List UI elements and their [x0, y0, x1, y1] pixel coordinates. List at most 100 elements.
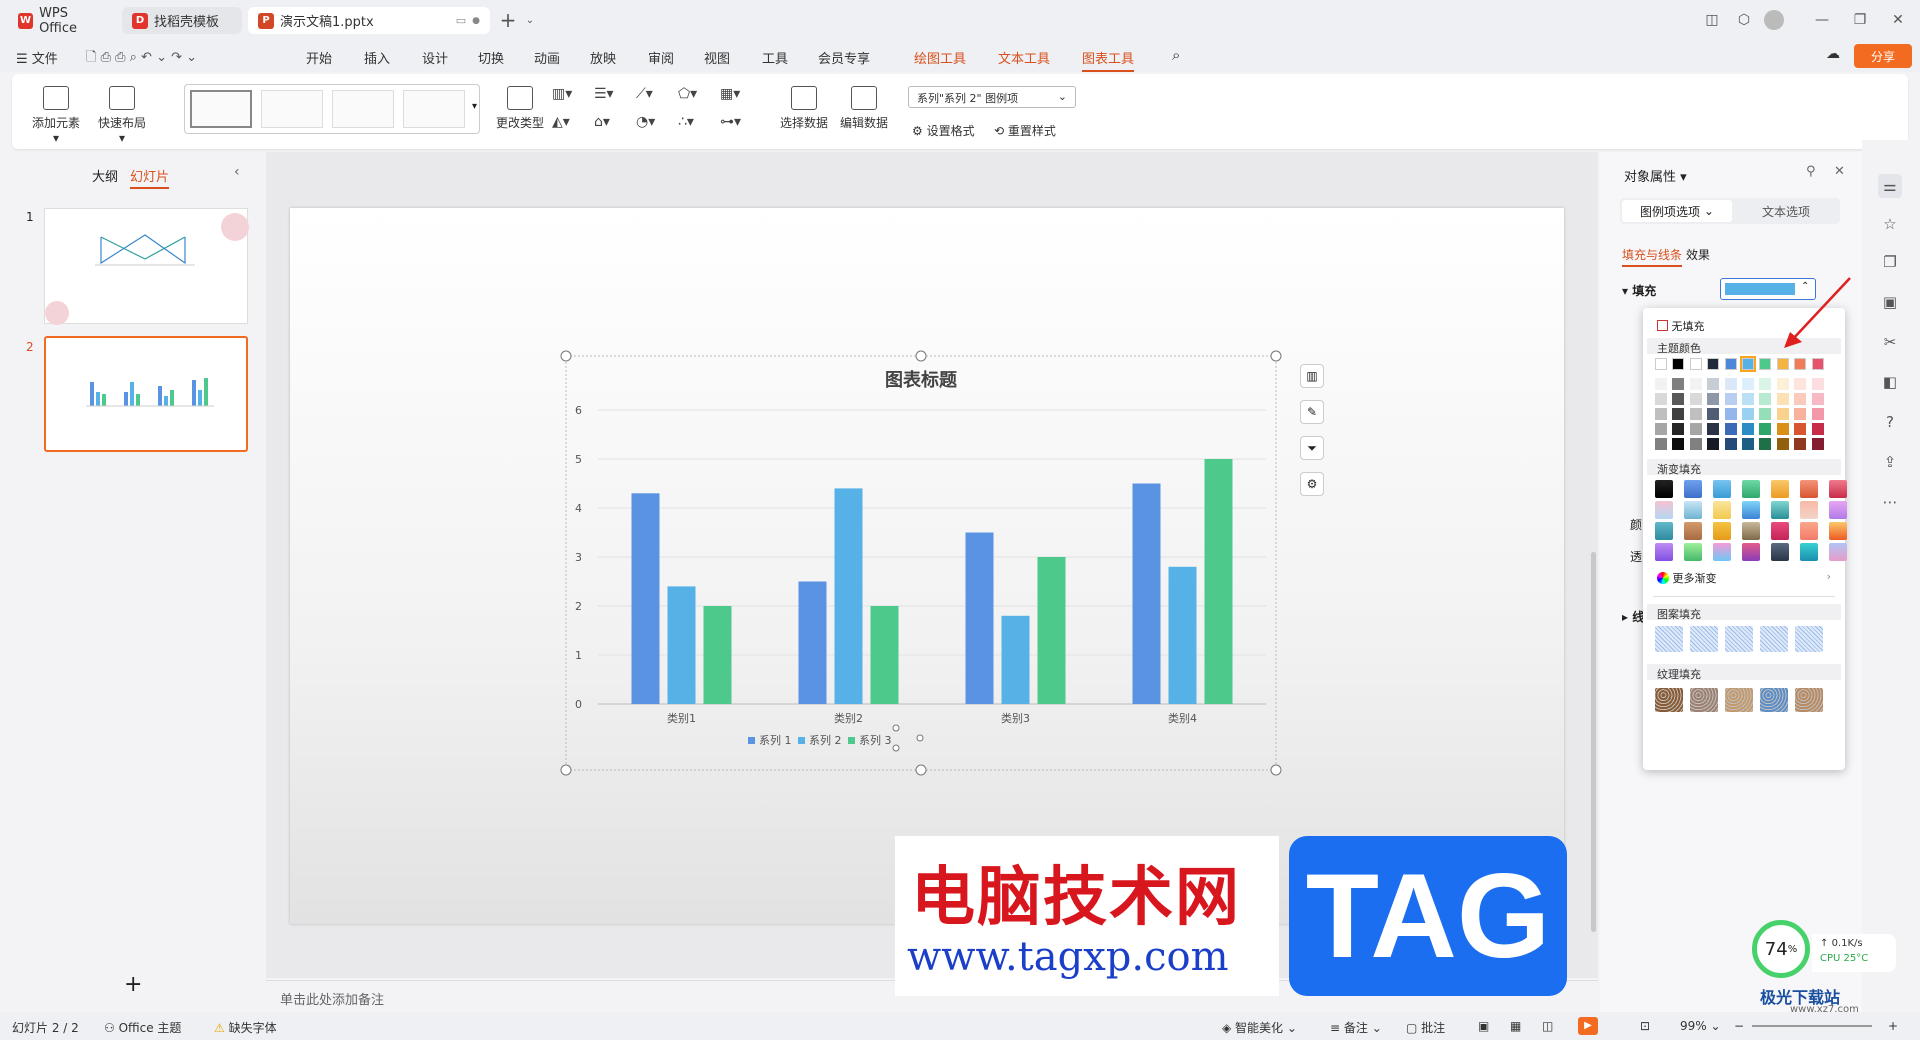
line-section-header[interactable]: ▸ 线 [1622, 608, 1644, 625]
texture-swatch[interactable] [1795, 688, 1823, 712]
more-gradient-option[interactable]: 更多渐变 › [1657, 570, 1831, 586]
texture-swatch[interactable] [1655, 688, 1683, 712]
avatar[interactable] [1764, 10, 1784, 30]
grid-chart-icon[interactable]: ▦▾ [720, 86, 740, 102]
more-icon[interactable]: ⋯ [1878, 490, 1902, 514]
gradient-swatch[interactable] [1713, 501, 1731, 519]
properties-icon[interactable]: ⚌ [1878, 174, 1902, 198]
gradient-swatch[interactable] [1771, 501, 1789, 519]
shade-color-swatch[interactable] [1759, 393, 1772, 405]
share-icon[interactable]: ⇪ [1878, 450, 1902, 474]
missing-font-warning[interactable]: ⚠ 缺失字体 [214, 1019, 277, 1036]
bar-2-1[interactable] [667, 586, 696, 704]
sorter-view-icon[interactable]: ▦ [1510, 1019, 1521, 1033]
chart-style-3[interactable] [332, 90, 394, 128]
shade-color-swatch[interactable] [1742, 408, 1754, 420]
gradient-swatch[interactable] [1829, 522, 1847, 540]
fill-section-header[interactable]: ▾ 填充 [1622, 282, 1656, 299]
shade-color-swatch[interactable] [1655, 408, 1667, 420]
close-icon[interactable]: ✕ [1886, 8, 1910, 32]
chart-style-2[interactable] [261, 90, 323, 128]
theme-color-swatch[interactable] [1689, 358, 1702, 370]
fit-page-icon[interactable]: ⊡ [1640, 1019, 1650, 1033]
shade-color-swatch[interactable] [1689, 408, 1702, 420]
slideshow-play-icon[interactable]: ▶ [1578, 1017, 1598, 1035]
theme-color-swatch[interactable] [1759, 358, 1772, 370]
gradient-swatch[interactable] [1742, 522, 1760, 540]
shade-color-swatch[interactable] [1776, 438, 1789, 450]
hbar-chart-icon[interactable]: ☰▾ [594, 86, 614, 102]
shade-color-swatch[interactable] [1707, 438, 1720, 450]
chart-style-4[interactable] [403, 90, 465, 128]
bar-3-2[interactable] [870, 606, 899, 704]
add-element-button[interactable]: 添加元素 ▾ [28, 86, 84, 145]
gradient-swatch[interactable] [1771, 522, 1789, 540]
shade-color-swatch[interactable] [1724, 408, 1737, 420]
theme-color-swatch[interactable] [1811, 358, 1824, 370]
bubble-chart-icon[interactable]: ⊶▾ [720, 114, 741, 130]
pattern-swatch[interactable] [1795, 626, 1823, 652]
tools-icon[interactable]: ✂ [1878, 330, 1902, 354]
gradient-swatch[interactable] [1771, 543, 1789, 561]
shade-color-swatch[interactable] [1794, 408, 1807, 420]
network-widget[interactable]: ↑ 0.1K/s CPU 25°C [1812, 934, 1896, 972]
gradient-swatch[interactable] [1829, 480, 1847, 498]
gradient-swatch[interactable] [1655, 522, 1673, 540]
shade-color-swatch[interactable] [1724, 423, 1737, 435]
chart-elements-icon[interactable]: ▥ [1300, 364, 1324, 388]
pin-icon[interactable]: ⚲ [1806, 164, 1816, 179]
chart-element-select[interactable]: 系列"系列 2" 图例项 ⌄ [908, 86, 1076, 108]
bar-1-2[interactable] [798, 581, 827, 705]
shade-color-swatch[interactable] [1811, 393, 1824, 405]
chart-filter-icon[interactable]: ⏷ [1300, 436, 1324, 460]
tab-template[interactable]: D 找稻壳模板 [122, 7, 242, 34]
quick-access-icons[interactable]: 🗋 ⎙ ⎙ ⌕ ↶ ⌄ ↷ ⌄ [86, 48, 197, 70]
shade-color-swatch[interactable] [1811, 423, 1824, 435]
shade-color-swatch[interactable] [1724, 438, 1737, 450]
gradient-swatch[interactable] [1742, 480, 1760, 498]
menu-transition[interactable]: 切换 [478, 48, 504, 67]
chevron-down-icon[interactable]: ⌄ [518, 8, 542, 32]
shade-color-swatch[interactable] [1672, 378, 1685, 390]
shade-color-swatch[interactable] [1759, 423, 1772, 435]
menu-tools[interactable]: 工具 [762, 48, 788, 67]
menu-animation[interactable]: 动画 [534, 48, 560, 67]
notes-button[interactable]: ≡ 备注 ⌄ [1330, 1019, 1382, 1036]
slides-tab[interactable]: 幻灯片 [130, 166, 170, 189]
gradient-swatch[interactable] [1684, 543, 1702, 561]
shade-color-swatch[interactable] [1672, 438, 1685, 450]
shade-color-swatch[interactable] [1707, 378, 1720, 390]
quick-layout-button[interactable]: 快速布局 ▾ [94, 86, 150, 145]
theme-name[interactable]: ⚇ Office 主题 [104, 1019, 181, 1036]
cloud-icon[interactable]: ☁ [1826, 46, 1840, 62]
resize-handle[interactable] [560, 350, 572, 362]
layout-icon[interactable]: ◫ [1700, 8, 1724, 32]
unsaved-dot-icon[interactable]: ● [472, 16, 480, 26]
shade-color-swatch[interactable] [1655, 423, 1667, 435]
zoom-level[interactable]: 99% ⌄ [1680, 1019, 1721, 1033]
gradient-swatch[interactable] [1655, 480, 1673, 498]
stock-chart-icon[interactable]: ⌂▾ [594, 114, 610, 130]
shade-color-swatch[interactable] [1689, 438, 1702, 450]
star-icon[interactable]: ☆ [1878, 212, 1902, 236]
select-data-button[interactable]: 选择数据 [776, 86, 832, 131]
image-icon[interactable]: ▣ [1878, 290, 1902, 314]
shade-color-swatch[interactable] [1776, 423, 1789, 435]
collapse-panel-icon[interactable]: ‹ [234, 164, 240, 180]
shade-color-swatch[interactable] [1759, 408, 1772, 420]
menu-drawing-tools[interactable]: 绘图工具 [914, 48, 966, 67]
shade-color-swatch[interactable] [1759, 378, 1772, 390]
add-slide-button[interactable]: + [124, 972, 142, 997]
shade-color-swatch[interactable] [1655, 393, 1667, 405]
line-chart-icon[interactable]: ⟋▾ [636, 86, 653, 102]
zoom-out-icon[interactable]: − [1734, 1019, 1744, 1033]
menu-insert[interactable]: 插入 [364, 48, 390, 67]
theme-color-swatch[interactable] [1724, 358, 1737, 370]
chart-settings-icon[interactable]: ⚙ [1300, 472, 1324, 496]
bar-3-3[interactable] [1037, 557, 1066, 704]
radar-chart-icon[interactable]: ⬠▾ [678, 86, 697, 102]
resize-handle[interactable] [1270, 764, 1282, 776]
tab-text-options[interactable]: 文本选项 [1736, 200, 1836, 222]
pattern-swatch[interactable] [1655, 626, 1683, 652]
slide[interactable]: 图表标题 0 1 2 3 4 5 6 类别1 类别2 类别3 类别4 系列 1 系列 2 系列 3 [290, 208, 1564, 924]
